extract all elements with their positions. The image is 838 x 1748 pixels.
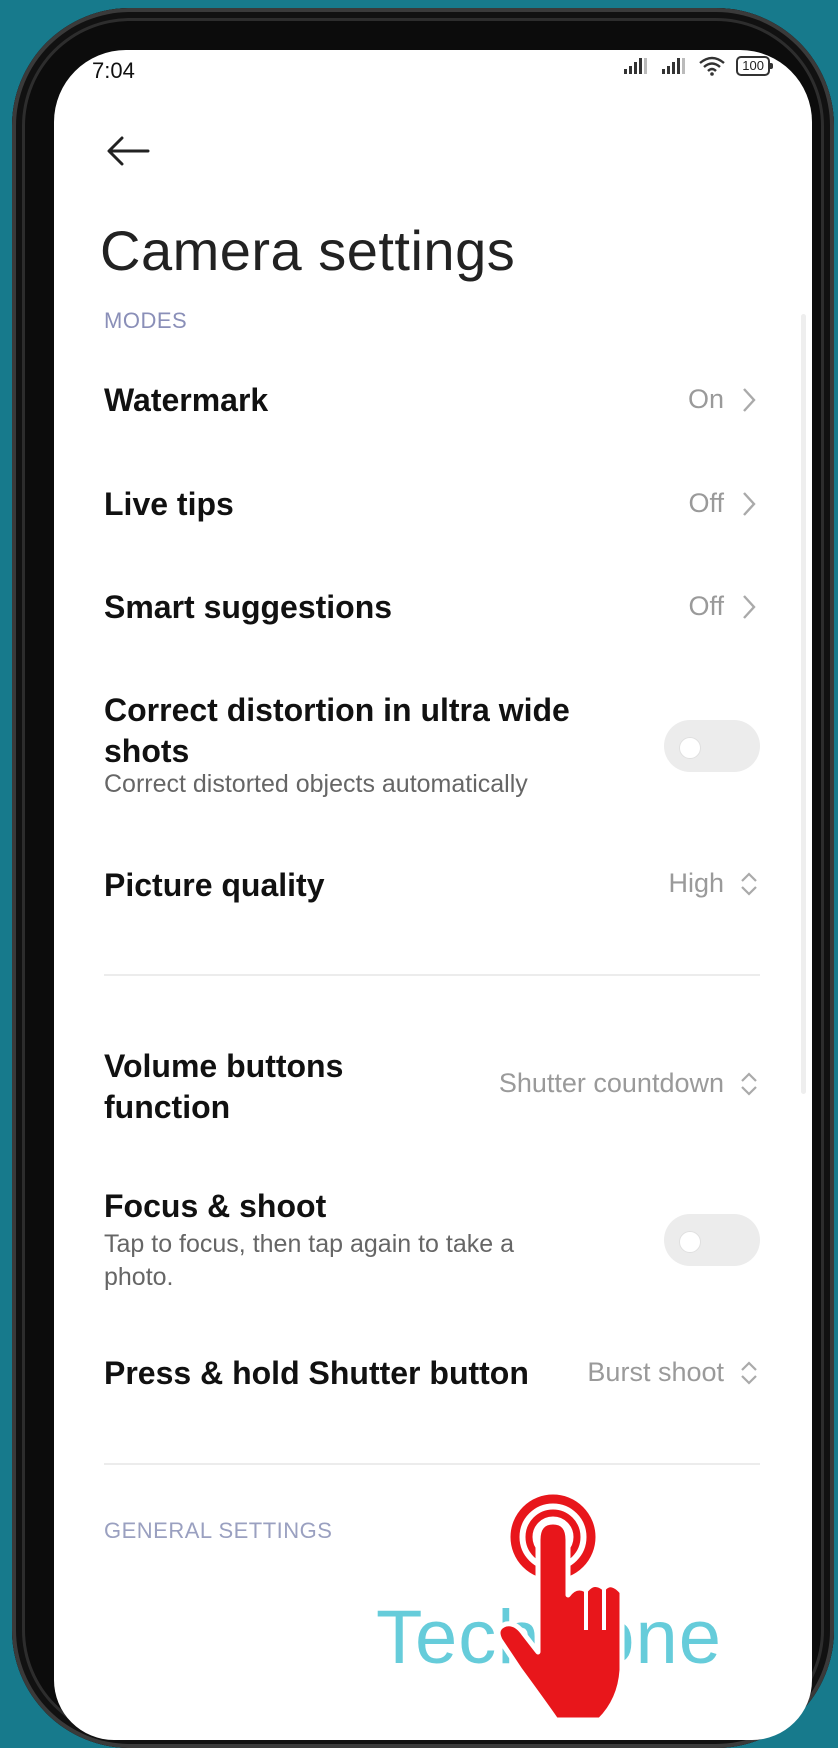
volume-buttons-label[interactable]: Volume buttons function [104, 1046, 404, 1128]
focus-shoot-toggle[interactable] [664, 1214, 760, 1266]
smart-suggestions-value[interactable]: Off [688, 591, 760, 622]
toggle-knob [680, 1232, 700, 1252]
correct-distortion-subtitle: Correct distorted objects automatically [104, 770, 528, 798]
scrollbar[interactable] [801, 314, 806, 1094]
section-general: GENERAL SETTINGS [104, 1518, 333, 1543]
chevron-right-icon [743, 491, 756, 516]
live-tips-value[interactable]: Off [688, 488, 760, 519]
signal-icon-2 [662, 58, 686, 74]
watermark-value-text: On [687, 384, 724, 414]
correct-distortion-toggle[interactable] [664, 720, 760, 772]
live-tips-value-text: Off [688, 488, 724, 518]
page-title: Camera settings [100, 219, 516, 282]
smart-suggestions-label[interactable]: Smart suggestions [104, 587, 392, 628]
section-modes: MODES [104, 308, 188, 333]
picture-quality-value[interactable]: High [668, 868, 760, 899]
chevron-right-icon [743, 387, 756, 412]
wifi-icon [699, 56, 726, 76]
status-time: 7:04 [92, 58, 135, 83]
focus-shoot-subtitle: Tap to focus, then tap again to take a p… [104, 1230, 515, 1291]
divider [104, 974, 760, 976]
press-hold-value[interactable]: Burst shoot [587, 1357, 760, 1388]
press-hold-value-text: Burst shoot [587, 1357, 724, 1387]
updown-chevron-icon [741, 871, 757, 896]
tap-hand-icon [495, 1494, 625, 1723]
signal-icon [624, 58, 648, 74]
status-icons: 100 [622, 56, 773, 76]
volume-buttons-value[interactable]: Shutter countdown [499, 1068, 760, 1099]
updown-chevron-icon [741, 1360, 757, 1385]
live-tips-label[interactable]: Live tips [104, 484, 234, 525]
picture-quality-value-text: High [668, 868, 724, 898]
chevron-right-icon [743, 594, 756, 619]
press-hold-label[interactable]: Press & hold Shutter button [104, 1353, 529, 1394]
battery-icon: 100 [736, 56, 773, 76]
toggle-knob [680, 738, 700, 758]
volume-buttons-value-text: Shutter countdown [498, 1068, 724, 1098]
focus-shoot-label: Focus & shoot [104, 1188, 327, 1224]
back-arrow-icon[interactable] [104, 126, 154, 176]
watermark-label[interactable]: Watermark [104, 380, 268, 421]
screen: 7:04 100 Camera settings MODES Watermark… [54, 50, 812, 1740]
correct-distortion-label: Correct distortion in ultra wide shots [104, 692, 570, 769]
divider [104, 1463, 760, 1465]
smart-suggestions-value-text: Off [688, 591, 724, 621]
picture-quality-label[interactable]: Picture quality [104, 865, 325, 906]
updown-chevron-icon [741, 1071, 757, 1096]
watermark-value[interactable]: On [688, 384, 760, 415]
